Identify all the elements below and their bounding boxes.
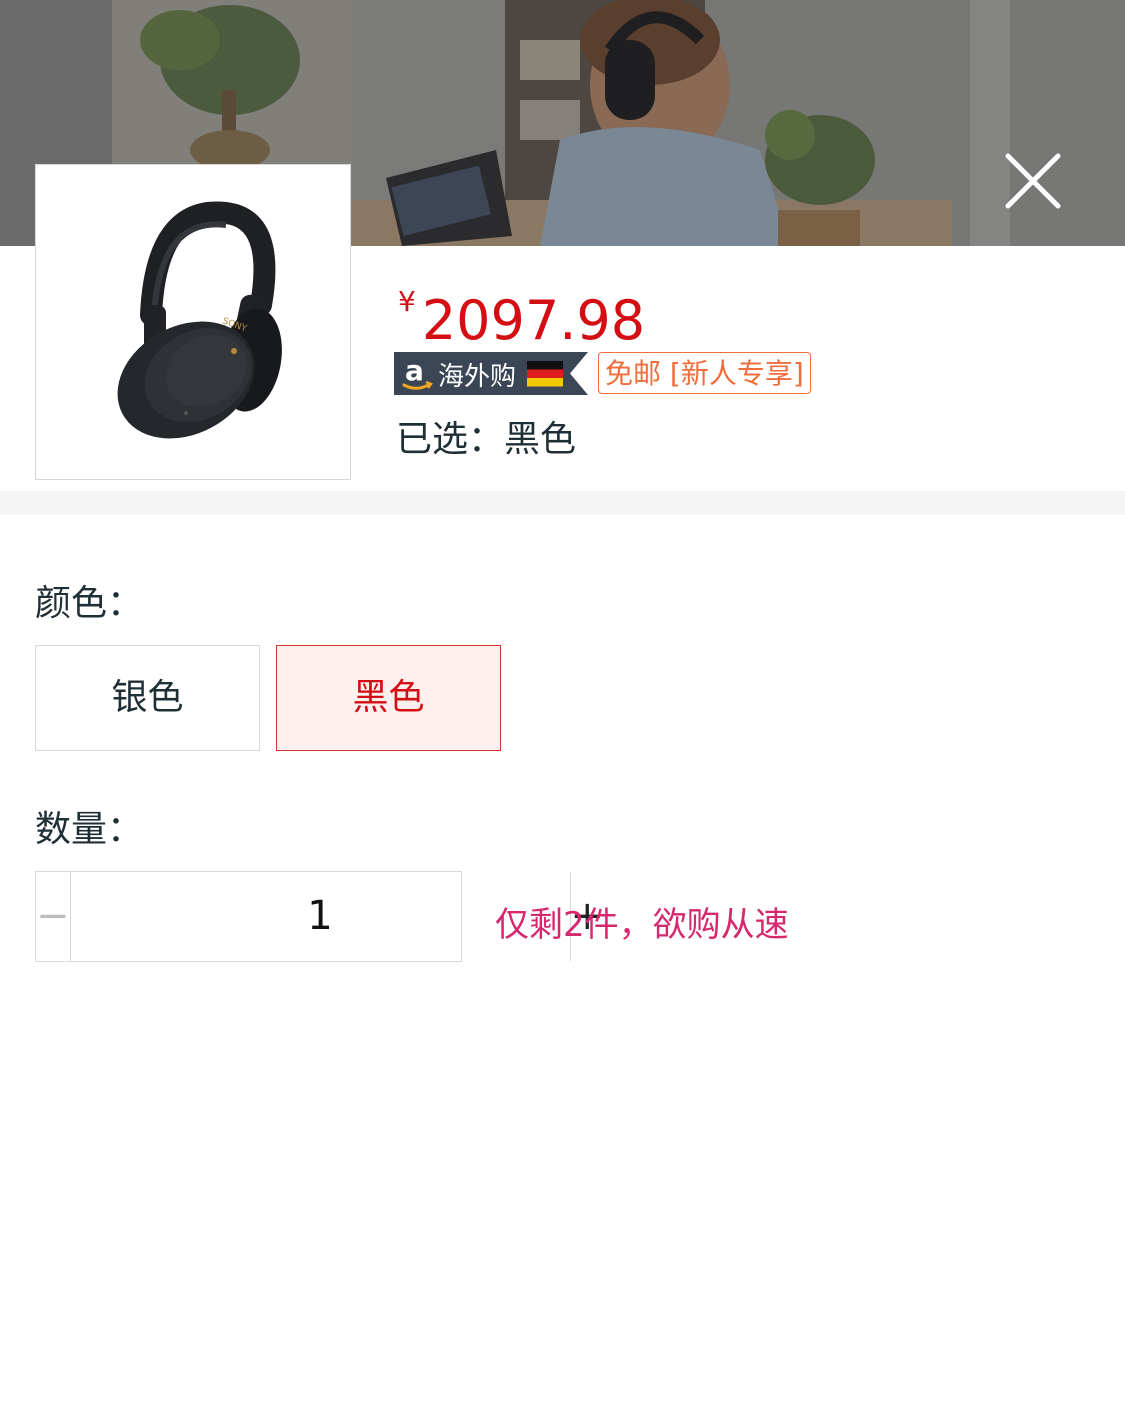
quantity-label: 数量：: [35, 809, 144, 850]
color-option-black[interactable]: 黑色: [276, 645, 501, 751]
svg-text:a: a: [405, 354, 424, 387]
section-divider: [0, 491, 1125, 515]
amazon-overseas-badge: a 海外购: [394, 352, 588, 395]
price-amount: 2097.98: [421, 289, 646, 352]
currency-symbol: ¥: [398, 285, 416, 318]
quantity-stepper: − +: [35, 871, 604, 962]
germany-flag-icon: [527, 361, 563, 387]
color-label: 颜色：: [35, 583, 144, 624]
product-price: ¥2097.98: [398, 285, 646, 352]
stock-warning: 仅剩2件，欲购从速: [495, 905, 789, 945]
close-icon: [1005, 153, 1061, 209]
amazon-logo-icon: a: [402, 354, 433, 390]
amazon-badge-label: 海外购: [438, 362, 517, 392]
color-option-silver[interactable]: 银色: [35, 645, 260, 751]
selected-label: 已选：: [396, 419, 505, 460]
product-thumbnail: SONY: [35, 164, 351, 480]
close-button[interactable]: [998, 148, 1068, 218]
selected-summary: 已选：黑色: [396, 410, 576, 462]
selected-value: 黑色: [504, 419, 577, 460]
headphones-product-image: SONY: [117, 201, 282, 439]
free-shipping-badge: 免邮 [新人专享]: [598, 352, 811, 394]
decrease-quantity-button[interactable]: −: [36, 872, 71, 961]
